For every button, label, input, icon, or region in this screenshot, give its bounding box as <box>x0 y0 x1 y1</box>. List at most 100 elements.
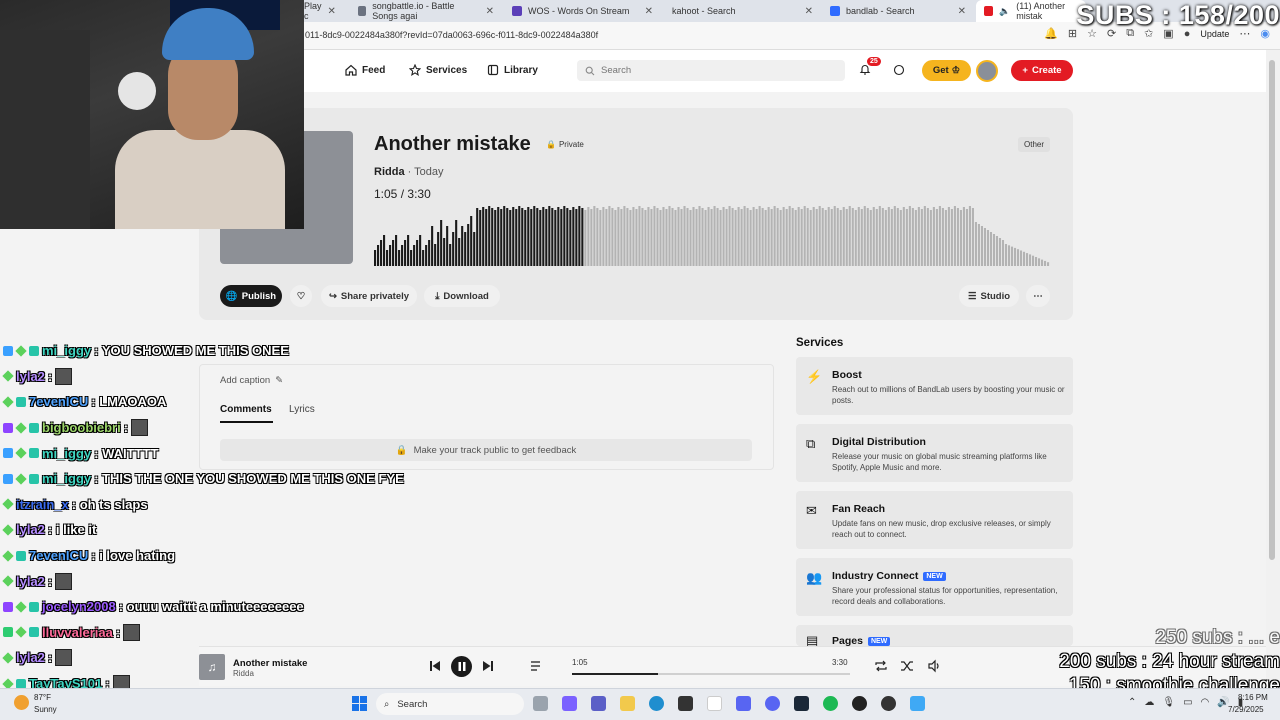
close-icon[interactable]: ✕ <box>328 6 336 17</box>
cloud-icon[interactable]: ☁ <box>1144 697 1154 708</box>
waveform-bar <box>986 230 990 266</box>
next-track-icon[interactable] <box>481 659 495 673</box>
store-app-icon[interactable] <box>678 696 693 711</box>
copilot-app-icon[interactable] <box>562 696 577 711</box>
chat-emote-image <box>131 419 149 437</box>
scrollbar-thumb[interactable] <box>1269 60 1275 560</box>
more-options-button[interactable]: ⋯ <box>1026 285 1050 307</box>
service-card-industry-connect[interactable]: 👥 Industry Connect NEW Share your profess… <box>796 558 1073 616</box>
file-explorer-icon[interactable] <box>620 696 635 711</box>
weather-temperature[interactable]: 87°F <box>34 693 51 702</box>
download-button[interactable]: ⤓ Download <box>424 285 500 307</box>
volume-icon[interactable] <box>927 659 941 673</box>
close-icon[interactable]: ✕ <box>958 6 966 17</box>
service-card-fan-reach[interactable]: ✉ Fan Reach Update fans on new music, dr… <box>796 491 1073 549</box>
create-button[interactable]: + Create <box>1011 60 1073 81</box>
waveform-bar <box>665 209 668 266</box>
gem-badge-icon <box>15 447 27 459</box>
waveform-bar <box>725 209 728 266</box>
weather-condition[interactable]: Sunny <box>34 705 57 714</box>
player-total-time: 3:30 <box>832 658 848 667</box>
waveform-bar <box>764 210 767 266</box>
display-icon[interactable]: ▭ <box>1183 697 1192 708</box>
get-membership-button[interactable]: Get ♔ <box>922 60 971 81</box>
teams-app-icon[interactable] <box>591 696 606 711</box>
service-card-boost[interactable]: ⚡ Boost Reach out to millions of BandLab… <box>796 357 1073 415</box>
browser-tab[interactable]: WOS - Words On Stream ✕ <box>504 0 659 22</box>
close-icon[interactable]: ✕ <box>645 6 653 17</box>
service-card-distribution[interactable]: ⧉ Digital Distribution Release your musi… <box>796 424 1073 482</box>
publish-button[interactable]: 🌐 Publish <box>220 285 282 307</box>
github-app-icon[interactable] <box>881 696 896 711</box>
waveform-bar <box>1016 249 1020 266</box>
chat-username: bigboobiebri <box>42 420 121 436</box>
chat-text: : i like it <box>47 522 97 538</box>
waveform-bar <box>608 206 611 266</box>
waveform-bar <box>548 206 551 266</box>
windows-start-icon[interactable] <box>352 696 367 711</box>
waveform-bar <box>623 206 626 266</box>
waveform-bar <box>677 207 680 266</box>
4k-app-icon[interactable] <box>852 696 867 711</box>
photos-app-icon[interactable] <box>910 696 925 711</box>
waveform-bar <box>512 207 515 266</box>
streamlabs-app-icon[interactable] <box>736 696 751 711</box>
track-waveform[interactable] <box>374 204 1050 266</box>
nav-feed[interactable]: Feed <box>345 64 385 76</box>
chat-text: : <box>47 650 53 666</box>
heart-icon: ♡ <box>296 290 306 302</box>
browser-tab[interactable]: kahoot - Search ✕ <box>664 0 819 22</box>
clock-time[interactable]: 8:16 PM <box>1238 693 1268 702</box>
user-avatar[interactable] <box>976 60 998 82</box>
waveform-bar <box>845 209 848 266</box>
purple-badge-icon <box>3 422 13 433</box>
stream-chat-overlay: mi_iggy : YOU SHOWED ME THIS ONEE lyla2 :… <box>0 338 460 696</box>
steam-app-icon[interactable] <box>794 696 809 711</box>
queue-icon[interactable] <box>530 659 544 673</box>
bell-icon[interactable]: 🔔 <box>1044 27 1058 40</box>
edge-browser-icon[interactable] <box>649 696 664 711</box>
service-card-pages[interactable]: ▤ Pages NEW <box>796 625 1073 648</box>
artist-name[interactable]: Ridda <box>374 166 405 178</box>
browser-tab-active[interactable]: 🔈 (11) Another mistak <box>976 0 1086 22</box>
search-field[interactable] <box>577 60 845 81</box>
service-title: Boost <box>832 369 862 381</box>
new-badge: NEW <box>923 571 946 581</box>
search-icon <box>585 66 595 75</box>
like-button[interactable]: ♡ <box>290 285 312 307</box>
taskbar-search[interactable]: ⌕ Search <box>376 693 524 715</box>
waveform-bar <box>1019 250 1023 266</box>
clock-date[interactable]: 7/29/2025 <box>1228 705 1264 714</box>
search-input[interactable] <box>601 65 831 76</box>
waveform-bar <box>743 206 746 266</box>
waveform-bar <box>992 234 996 266</box>
browser-tab[interactable]: bandlab - Search ✕ <box>822 0 972 22</box>
chat-username: itzrain_x <box>16 496 69 512</box>
nav-library[interactable]: Library <box>487 64 538 76</box>
chevron-up-icon[interactable]: ⌃ <box>1128 697 1136 708</box>
mic-icon[interactable]: 🎙 <box>1162 697 1175 708</box>
weather-sun-icon[interactable] <box>14 695 29 710</box>
close-icon[interactable]: ✕ <box>805 6 813 17</box>
messages-icon[interactable] <box>893 64 905 76</box>
spotify-app-icon[interactable] <box>823 696 838 711</box>
browser-tab[interactable]: songbattle.io - Battle Songs agai ✕ <box>350 0 500 22</box>
waveform-bar <box>563 206 566 266</box>
waveform-bar <box>458 238 461 266</box>
discord-app-icon[interactable] <box>765 696 780 711</box>
share-privately-button[interactable]: ↪ Share privately <box>321 285 417 307</box>
waveform-bar <box>380 240 383 266</box>
shuffle-icon[interactable] <box>900 659 914 673</box>
obs-app-icon[interactable] <box>707 696 722 711</box>
waveform-bar <box>407 235 410 266</box>
task-view-icon[interactable] <box>533 696 548 711</box>
close-icon[interactable]: ✕ <box>486 6 494 17</box>
repeat-icon[interactable] <box>874 659 888 673</box>
url-field[interactable]: 011-8dc9-0022484a380f?revId=07da0063-696… <box>305 30 598 40</box>
waveform-bar <box>905 209 908 266</box>
studio-button[interactable]: ☰ Studio <box>959 285 1019 307</box>
wifi-icon[interactable]: ◠ <box>1201 697 1210 708</box>
genre-tag[interactable]: Other <box>1018 137 1051 152</box>
time-separator: / <box>400 187 405 201</box>
nav-services[interactable]: Services <box>409 64 467 76</box>
